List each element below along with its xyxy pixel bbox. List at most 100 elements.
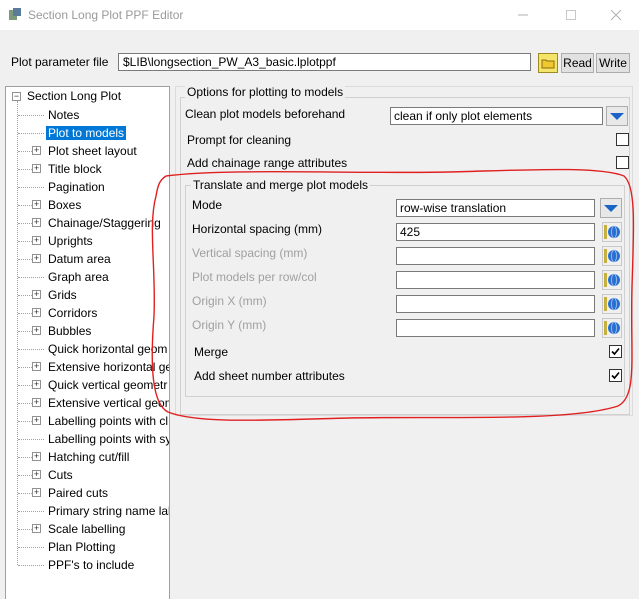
tree-item[interactable]: + Labelling points with cl	[6, 412, 168, 430]
tree-item[interactable]: + Hatching cut/fill	[6, 448, 166, 466]
plot-parameter-file-label: Plot parameter file	[11, 55, 109, 69]
expand-icon[interactable]: +	[32, 380, 41, 389]
tree-item-label: Corridors	[48, 306, 98, 320]
tree-item-label: Title block	[48, 162, 102, 176]
maximize-button[interactable]	[548, 0, 594, 30]
tree-item[interactable]: + Grids	[6, 286, 166, 304]
tree-item-label: Datum area	[48, 252, 111, 266]
tree-item-label: PPF's to include	[48, 558, 135, 572]
tree-item[interactable]: Plot to models	[6, 124, 166, 142]
expand-icon[interactable]: +	[32, 398, 41, 407]
tree-guide-line	[18, 511, 44, 512]
write-button[interactable]: Write	[596, 53, 630, 73]
tree-item[interactable]: Labelling points with sy	[6, 430, 169, 448]
clean-models-dropdown-button[interactable]	[606, 106, 628, 126]
tree-item[interactable]: + Paired cuts	[6, 484, 166, 502]
tree-item-label: Plan Plotting	[48, 540, 116, 554]
minimize-button[interactable]	[500, 0, 546, 30]
tree-guide-line	[18, 115, 44, 116]
tree-item[interactable]: Plan Plotting	[6, 538, 166, 556]
tree-item-label: Bubbles	[48, 324, 92, 338]
tree-item-label: Cuts	[48, 468, 73, 482]
tree-item[interactable]: Notes	[6, 106, 166, 124]
browse-folder-button[interactable]	[538, 53, 558, 73]
expand-icon[interactable]: +	[32, 254, 41, 263]
tree-item-label: Notes	[48, 108, 80, 122]
tree-guide-line	[18, 547, 44, 548]
tree-item[interactable]: + Datum area	[6, 250, 166, 268]
tree-item[interactable]: + Quick vertical geometr	[6, 376, 167, 394]
expand-icon[interactable]: +	[32, 146, 41, 155]
tree-item[interactable]: Quick horizontal geom	[6, 340, 167, 358]
tree-item[interactable]: + Extensive horizontal ge	[6, 358, 169, 376]
expand-icon[interactable]: +	[32, 452, 41, 461]
tree-item[interactable]: + Cuts	[6, 466, 166, 484]
tree-item-label: Grids	[48, 288, 77, 302]
navigation-tree: − Section Long Plot Notes Plot to models +…	[5, 86, 170, 599]
tree-item[interactable]: + Plot sheet layout	[6, 142, 166, 160]
expand-icon[interactable]: +	[32, 362, 41, 371]
tree-item-label: Uprights	[48, 234, 93, 248]
tree-item-label: Paired cuts	[48, 486, 109, 500]
tree-item-label: Labelling points with sy	[48, 432, 170, 446]
tree-root-label: Section Long Plot	[27, 89, 122, 103]
tree-item[interactable]: + Uprights	[6, 232, 166, 250]
tree-item-label: Primary string name lal	[48, 504, 170, 518]
tree-item[interactable]: Graph area	[6, 268, 166, 286]
expand-icon[interactable]: +	[32, 164, 41, 173]
tree-guide-line	[18, 349, 44, 350]
clean-models-label: Clean plot models beforehand	[185, 107, 346, 121]
tree-root[interactable]: − Section Long Plot	[6, 88, 166, 106]
tree-item-label: Plot sheet layout	[48, 144, 137, 158]
tree-item-label: Chainage/Staggering	[48, 216, 161, 230]
tree-item-label: Graph area	[48, 270, 109, 284]
maximize-icon	[566, 10, 576, 20]
expand-icon[interactable]: +	[32, 218, 41, 227]
tree-item[interactable]: + Scale labelling	[6, 520, 166, 538]
tree-item[interactable]: + Bubbles	[6, 322, 166, 340]
expand-icon[interactable]: +	[32, 416, 41, 425]
tree-item-label: Boxes	[48, 198, 82, 212]
tree-item-label: Hatching cut/fill	[48, 450, 130, 464]
expand-icon[interactable]: +	[32, 290, 41, 299]
tree-guide-line	[18, 133, 44, 134]
expand-icon[interactable]: +	[32, 326, 41, 335]
clean-models-select[interactable]: clean if only plot elements	[390, 107, 603, 125]
expand-icon[interactable]: +	[32, 200, 41, 209]
expand-icon[interactable]: +	[32, 308, 41, 317]
tree-guide-line	[18, 277, 44, 278]
tree-item-label: Pagination	[48, 180, 105, 194]
red-annotation-outline	[151, 168, 635, 421]
tree-item-label: Plot to models	[46, 126, 127, 140]
tree-item[interactable]: + Boxes	[6, 196, 166, 214]
tree-item[interactable]: Pagination	[6, 178, 166, 196]
close-button[interactable]	[593, 0, 639, 30]
tree-guide-line	[18, 439, 44, 440]
prompt-cleaning-label: Prompt for cleaning	[187, 133, 292, 147]
tree-item[interactable]: + Corridors	[6, 304, 166, 322]
app-icon	[9, 8, 21, 20]
tree-guide-line	[18, 565, 44, 566]
expand-icon[interactable]: +	[32, 488, 41, 497]
tree-item[interactable]: Primary string name lal	[6, 502, 169, 520]
read-button[interactable]: Read	[561, 53, 594, 73]
chevron-down-icon	[610, 113, 624, 120]
options-group-title: Options for plotting to models	[185, 85, 346, 99]
tree-item[interactable]: + Chainage/Staggering	[6, 214, 166, 232]
close-icon	[611, 10, 621, 20]
tree-item[interactable]: PPF's to include	[6, 556, 166, 574]
expand-icon[interactable]: +	[32, 470, 41, 479]
title-bar: Section Long Plot PPF Editor	[0, 0, 639, 30]
window-title: Section Long Plot PPF Editor	[28, 8, 184, 22]
minimize-icon	[518, 14, 528, 16]
expand-icon[interactable]: +	[32, 236, 41, 245]
tree-guide-line	[18, 187, 44, 188]
collapse-icon[interactable]: −	[12, 92, 21, 101]
tree-item[interactable]: + Extensive vertical geom	[6, 394, 169, 412]
prompt-cleaning-checkbox[interactable]	[616, 133, 629, 146]
expand-icon[interactable]: +	[32, 524, 41, 533]
plot-parameter-file-input[interactable]: $LIB\longsection_PW_A3_basic.lplotppf	[118, 53, 531, 71]
tree-item-label: Scale labelling	[48, 522, 126, 536]
tree-item[interactable]: + Title block	[6, 160, 166, 178]
folder-icon	[541, 59, 555, 69]
